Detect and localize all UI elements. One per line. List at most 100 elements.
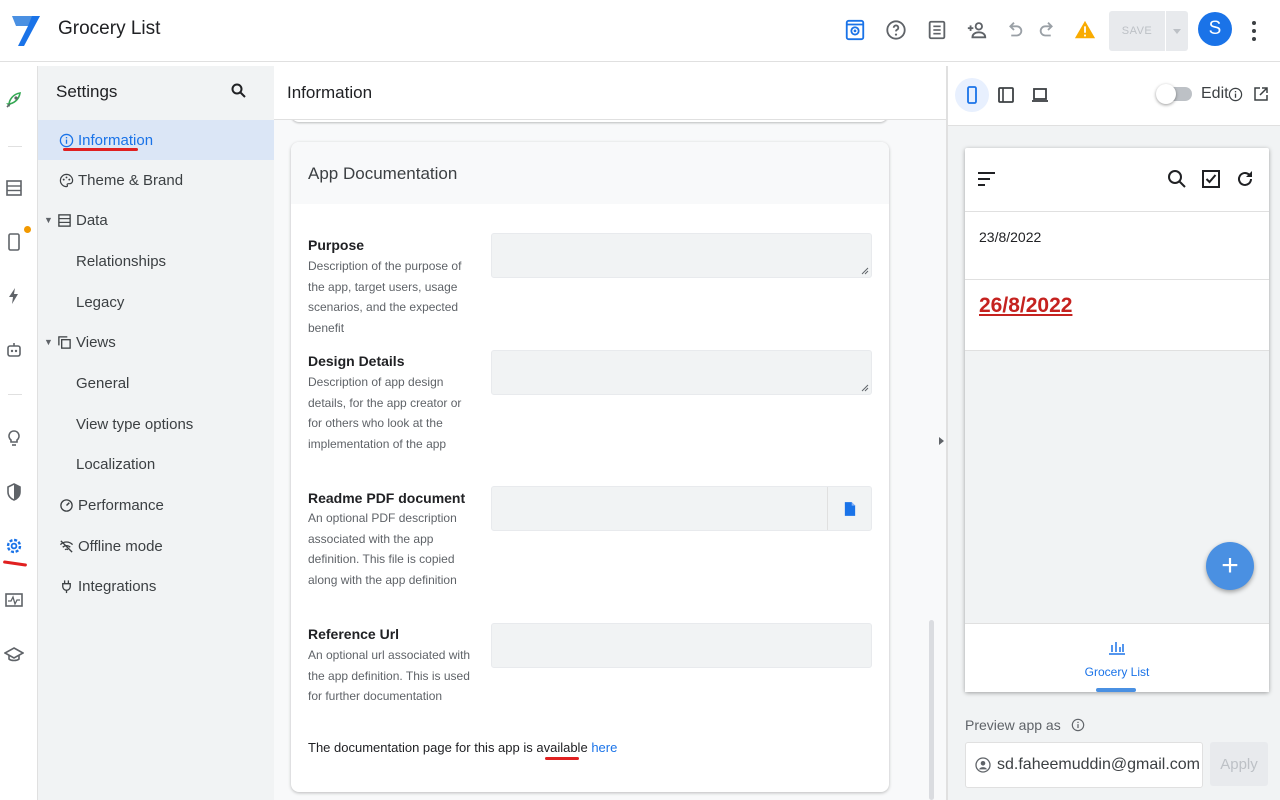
list-item[interactable]: 26/8/2022 bbox=[965, 280, 1269, 351]
nav-item-label: General bbox=[76, 374, 130, 392]
chevron-down-icon[interactable] bbox=[1166, 11, 1188, 51]
info-icon[interactable] bbox=[1228, 87, 1243, 102]
avatar[interactable]: S bbox=[1198, 12, 1232, 46]
save-button[interactable]: SAVE bbox=[1109, 11, 1165, 51]
refresh-icon[interactable] bbox=[1235, 169, 1255, 189]
purpose-desc: Description of the purpose of the app, t… bbox=[308, 259, 462, 335]
annotation-underline bbox=[63, 148, 138, 151]
nav-item-views[interactable]: ▼ Views bbox=[38, 322, 274, 362]
desktop-device-button[interactable] bbox=[1025, 78, 1055, 112]
documentation-text: The documentation page for this app is a… bbox=[308, 740, 588, 755]
edit-label: Edit bbox=[1201, 85, 1229, 102]
nav-item-view-type-options[interactable]: View type options bbox=[38, 404, 274, 444]
redo-icon[interactable] bbox=[1036, 16, 1060, 44]
shield-icon[interactable] bbox=[4, 482, 26, 504]
nav-item-relationships[interactable]: Relationships bbox=[38, 241, 274, 281]
edit-toggle[interactable] bbox=[1156, 84, 1192, 104]
main-panel: Information App Documentation Purpose De… bbox=[274, 66, 946, 800]
nav-item-data[interactable]: ▼ Data bbox=[38, 200, 274, 240]
speed-icon bbox=[58, 497, 74, 513]
add-fab-button[interactable]: + bbox=[1206, 542, 1254, 590]
design-details-desc: Description of app design details, for t… bbox=[308, 375, 462, 451]
card-title: App Documentation bbox=[308, 164, 458, 183]
preview-email-input[interactable]: sd.faheemuddin@gmail.com bbox=[965, 742, 1203, 788]
nav-item-localization[interactable]: Localization bbox=[38, 444, 274, 484]
annotation-underline bbox=[545, 757, 579, 760]
tablet-icon bbox=[998, 87, 1014, 103]
bulb-icon[interactable] bbox=[4, 428, 26, 450]
preview-icon[interactable] bbox=[843, 16, 867, 44]
add-person-icon[interactable] bbox=[965, 16, 989, 44]
resize-handle-icon[interactable] bbox=[861, 384, 869, 392]
mobile-device-button[interactable] bbox=[955, 78, 989, 112]
plug-icon bbox=[58, 578, 74, 594]
phone-icon bbox=[967, 86, 977, 104]
collapse-arrow-icon[interactable] bbox=[937, 434, 945, 448]
list-item[interactable]: 23/8/2022 bbox=[965, 212, 1269, 280]
nav-item-label: Information bbox=[78, 131, 154, 149]
nav-item-legacy[interactable]: Legacy bbox=[38, 282, 274, 322]
page-title: Information bbox=[287, 83, 373, 102]
checkbox-icon[interactable] bbox=[1201, 169, 1221, 189]
bolt-icon[interactable] bbox=[4, 286, 26, 308]
search-icon[interactable] bbox=[1167, 169, 1187, 189]
nav-item-label: Integrations bbox=[78, 577, 157, 595]
reference-url-desc: An optional url associated with the app … bbox=[308, 648, 471, 703]
undo-icon[interactable] bbox=[1002, 16, 1026, 44]
more-vert-icon[interactable] bbox=[1244, 18, 1264, 44]
preview-toolbar: Edit bbox=[948, 66, 1280, 126]
scrollbar[interactable] bbox=[929, 620, 934, 800]
table-icon bbox=[56, 212, 72, 228]
tab-indicator bbox=[1096, 688, 1136, 692]
file-icon bbox=[844, 501, 855, 516]
list-item-date: 26/8/2022 bbox=[979, 294, 1073, 317]
gear-icon[interactable] bbox=[4, 536, 26, 558]
search-icon[interactable] bbox=[230, 82, 248, 100]
app-documentation-card: App Documentation Purpose Description of… bbox=[291, 142, 889, 792]
tablet-device-button[interactable] bbox=[991, 78, 1021, 112]
card-header: App Documentation bbox=[291, 142, 889, 204]
nav-item-label: Theme & Brand bbox=[78, 171, 184, 189]
bottom-nav: Grocery List bbox=[965, 623, 1269, 692]
apply-button[interactable]: Apply bbox=[1210, 742, 1268, 786]
help-icon[interactable] bbox=[884, 16, 908, 44]
readme-pdf-field[interactable] bbox=[491, 486, 872, 531]
nav-item-label: Localization bbox=[76, 455, 156, 473]
bar-chart-icon bbox=[1109, 642, 1125, 655]
design-details-field[interactable] bbox=[491, 350, 872, 395]
nav-item-general[interactable]: General bbox=[38, 363, 274, 403]
tab-grocery-list[interactable]: Grocery List bbox=[965, 665, 1269, 679]
nav-item-label: Performance bbox=[78, 496, 164, 514]
list-item-date: 23/8/2022 bbox=[979, 229, 1042, 245]
phone-preview: 23/8/2022 26/8/2022 + Grocery List bbox=[965, 148, 1269, 692]
nav-item-offline-mode[interactable]: Offline mode bbox=[38, 526, 274, 566]
caret-down-icon[interactable]: ▼ bbox=[44, 337, 53, 347]
warning-icon[interactable] bbox=[1073, 16, 1097, 44]
caret-down-icon[interactable]: ▼ bbox=[44, 215, 53, 225]
open-in-new-icon[interactable] bbox=[1253, 86, 1269, 102]
wifi-off-icon bbox=[58, 538, 74, 554]
resize-handle-icon[interactable] bbox=[861, 267, 869, 275]
nav-item-label: Offline mode bbox=[78, 537, 163, 555]
laptop-icon bbox=[1032, 88, 1048, 102]
reference-url-field[interactable] bbox=[491, 623, 872, 668]
file-upload-button[interactable] bbox=[827, 487, 871, 530]
purpose-field[interactable] bbox=[491, 233, 872, 278]
logo-icon[interactable] bbox=[10, 12, 42, 48]
rocket-icon[interactable] bbox=[4, 90, 26, 112]
sort-icon[interactable] bbox=[978, 171, 996, 187]
nav-item-theme-brand[interactable]: Theme & Brand bbox=[38, 160, 274, 200]
table-icon[interactable] bbox=[4, 178, 26, 200]
phone-icon[interactable] bbox=[4, 226, 31, 254]
notebook-icon[interactable] bbox=[925, 16, 949, 44]
nav-item-integrations[interactable]: Integrations bbox=[38, 566, 274, 606]
documentation-link[interactable]: here bbox=[591, 740, 617, 755]
nav-item-information[interactable]: Information bbox=[38, 120, 274, 160]
left-rail bbox=[0, 66, 38, 800]
nav-item-label: View type options bbox=[76, 415, 194, 433]
robot-icon[interactable] bbox=[4, 340, 26, 362]
graduation-icon[interactable] bbox=[3, 644, 26, 666]
monitor-icon[interactable] bbox=[4, 590, 26, 612]
info-icon[interactable] bbox=[1071, 718, 1085, 732]
nav-item-performance[interactable]: Performance bbox=[38, 485, 274, 525]
